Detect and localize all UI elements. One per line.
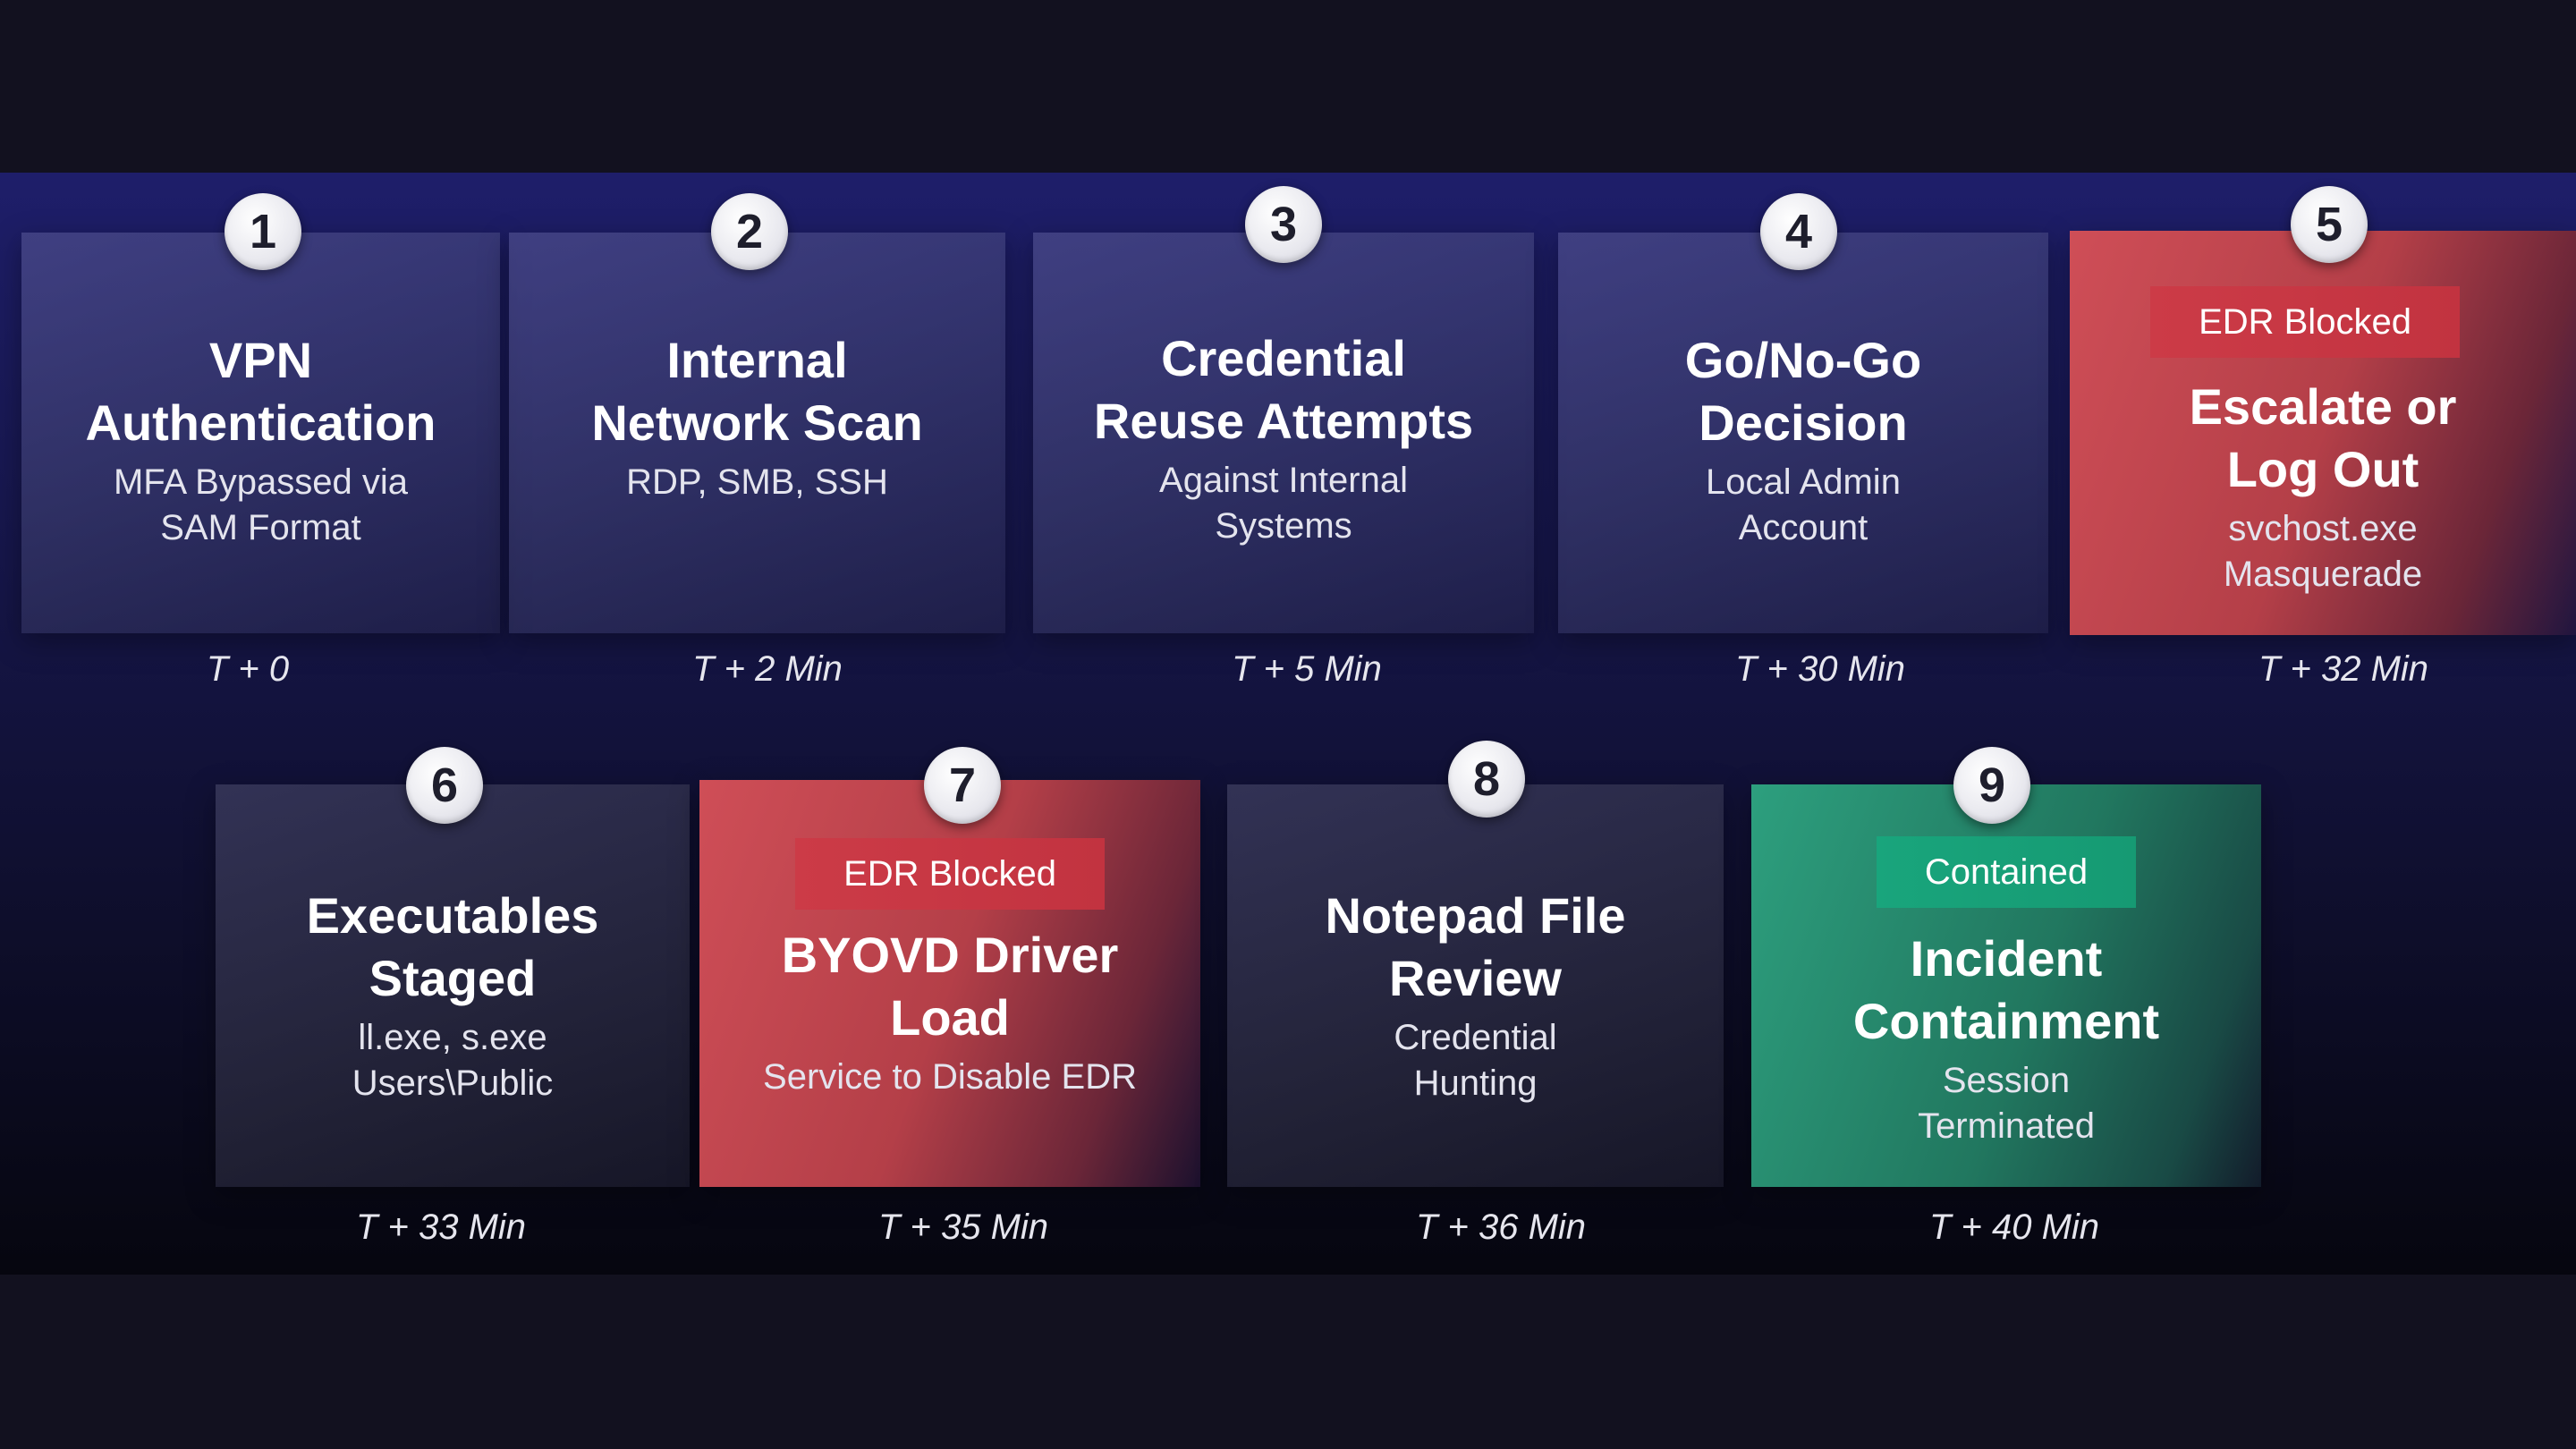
step-title: Executables Staged	[216, 885, 690, 1010]
step-title: BYOVD Driver Load	[699, 924, 1200, 1049]
step-title: Go/No-Go Decision	[1558, 329, 2048, 454]
step-title-line: Decision	[1699, 394, 1908, 451]
step-title-line: Incident	[1910, 930, 2103, 987]
step-subtitle-line: svchost.exe	[2228, 509, 2418, 548]
step-title-line: Internal	[666, 332, 848, 388]
step-title: Credential Reuse Attempts	[1033, 327, 1534, 453]
step-title-line: Reuse Attempts	[1093, 393, 1474, 449]
step-number-badge: 3	[1245, 186, 1322, 263]
step-subtitle-line: Credential	[1394, 1018, 1557, 1057]
step-title-line: Network Scan	[591, 394, 923, 451]
step-title: VPN Authentication	[21, 329, 500, 454]
step-subtitle-line: Against Internal	[1159, 461, 1408, 500]
step-number-badge: 7	[924, 747, 1001, 824]
step-card-3: Credential Reuse Attempts Against Intern…	[1033, 233, 1534, 633]
step-title: Internal Network Scan	[509, 329, 1005, 454]
step-subtitle-line: Session	[1942, 1061, 2071, 1100]
step-time: T + 40 Min	[1928, 1208, 2100, 1247]
step-title-line: Notepad File	[1325, 887, 1626, 944]
step-subtitle: Session Terminated	[1751, 1058, 2261, 1149]
step-number-badge: 5	[2291, 186, 2368, 263]
step-subtitle-line: Masquerade	[2223, 555, 2423, 594]
step-card-6: Executables Staged ll.exe, s.exe Users\P…	[216, 784, 690, 1187]
step-time: T + 0	[206, 649, 290, 689]
step-subtitle: Service to Disable EDR	[699, 1055, 1200, 1100]
step-number-badge: 6	[406, 747, 483, 824]
step-subtitle-line: MFA Bypassed via	[113, 462, 409, 502]
step-subtitle: MFA Bypassed via SAM Format	[21, 460, 500, 551]
step-time: T + 30 Min	[1734, 649, 1906, 689]
step-time: T + 2 Min	[692, 649, 843, 689]
step-subtitle: Credential Hunting	[1227, 1015, 1724, 1106]
step-title-line: Load	[890, 989, 1010, 1046]
step-card-8: Notepad File Review Credential Hunting	[1227, 784, 1724, 1187]
step-title: Incident Containment	[1751, 928, 2261, 1053]
step-time: T + 5 Min	[1232, 649, 1382, 689]
step-title-line: Staged	[369, 950, 537, 1006]
step-title-line: Credential	[1161, 330, 1406, 386]
step-subtitle-line: Hunting	[1413, 1063, 1538, 1103]
step-title: Notepad File Review	[1227, 885, 1724, 1010]
step-card-4: Go/No-Go Decision Local Admin Account	[1558, 233, 2048, 633]
step-subtitle-line: RDP, SMB, SSH	[626, 462, 888, 502]
step-title-line: Authentication	[85, 394, 436, 451]
step-title-line: Go/No-Go	[1684, 332, 1922, 388]
step-subtitle: svchost.exe Masquerade	[2070, 506, 2576, 597]
step-title-line: Log Out	[2226, 441, 2419, 497]
step-time: T + 32 Min	[2258, 649, 2429, 689]
step-subtitle: Against Internal Systems	[1033, 458, 1534, 549]
step-card-1: VPN Authentication MFA Bypassed via SAM …	[21, 233, 500, 633]
step-subtitle-line: Systems	[1215, 506, 1352, 546]
step-time: T + 35 Min	[877, 1208, 1049, 1247]
step-card-9: Contained Incident Containment Session T…	[1751, 784, 2261, 1187]
step-card-2: Internal Network Scan RDP, SMB, SSH	[509, 233, 1005, 633]
step-subtitle-line: SAM Format	[160, 508, 361, 547]
edr-blocked-tag: EDR Blocked	[795, 838, 1105, 910]
step-number-badge: 1	[225, 193, 301, 270]
step-subtitle-line: ll.exe, s.exe	[358, 1018, 547, 1057]
step-number-badge: 4	[1760, 193, 1837, 270]
step-number-badge: 9	[1953, 747, 2030, 824]
step-title: Escalate or Log Out	[2070, 376, 2576, 501]
step-card-7: EDR Blocked BYOVD Driver Load Service to…	[699, 780, 1200, 1187]
step-subtitle-line: Terminated	[1918, 1106, 2095, 1146]
step-subtitle-line: Local Admin	[1706, 462, 1901, 502]
step-title-line: Escalate or	[2189, 378, 2457, 435]
edr-blocked-tag: EDR Blocked	[2150, 286, 2460, 358]
step-title-line: Containment	[1852, 993, 2160, 1049]
step-subtitle: Local Admin Account	[1558, 460, 2048, 551]
step-title-line: Executables	[306, 887, 599, 944]
step-subtitle-line: Service to Disable EDR	[763, 1057, 1137, 1097]
step-title-line: Review	[1389, 950, 1562, 1006]
step-number-badge: 2	[711, 193, 788, 270]
step-subtitle: ll.exe, s.exe Users\Public	[216, 1015, 690, 1106]
step-number-badge: 8	[1448, 741, 1525, 818]
step-subtitle-line: Users\Public	[352, 1063, 554, 1103]
step-time: T + 36 Min	[1415, 1208, 1587, 1247]
step-card-5: EDR Blocked Escalate or Log Out svchost.…	[2070, 231, 2576, 635]
step-subtitle: RDP, SMB, SSH	[509, 460, 1005, 505]
contained-tag: Contained	[1876, 836, 2137, 908]
step-subtitle-line: Account	[1738, 508, 1868, 547]
step-title-line: BYOVD Driver	[781, 927, 1119, 983]
step-title-line: VPN	[208, 332, 313, 388]
step-time: T + 33 Min	[355, 1208, 527, 1247]
